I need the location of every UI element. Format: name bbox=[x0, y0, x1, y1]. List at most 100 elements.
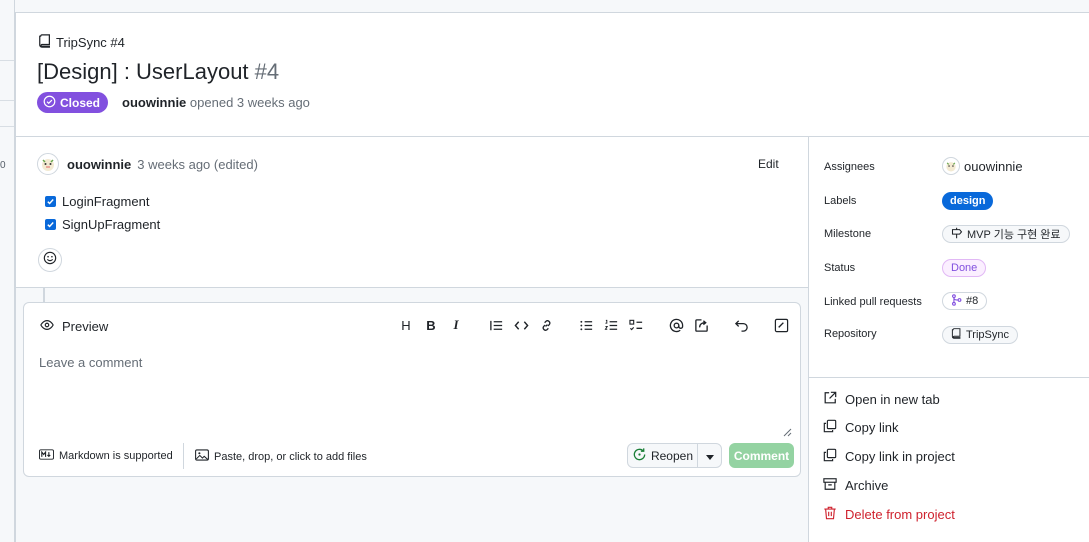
bold-icon[interactable]: B bbox=[422, 316, 440, 334]
archive-action[interactable]: Archive bbox=[823, 477, 888, 494]
bg-divider bbox=[0, 100, 14, 101]
issue-opened-text: opened 3 weeks ago bbox=[189, 95, 310, 110]
delete-action[interactable]: Delete from project bbox=[823, 506, 955, 523]
repo-icon bbox=[38, 34, 52, 51]
reopen-label: Reopen bbox=[650, 448, 694, 463]
milestone-text: MVP 기능 구현 완료 bbox=[967, 229, 1061, 241]
copy-link-action[interactable]: Copy link bbox=[823, 419, 898, 436]
undo-icon[interactable] bbox=[732, 316, 750, 334]
status-label: Status bbox=[824, 262, 856, 274]
ordered-list-icon[interactable] bbox=[602, 316, 620, 334]
labels-value[interactable]: design bbox=[942, 192, 994, 210]
comment-placeholder: Leave a comment bbox=[39, 355, 143, 370]
repository-label: Repository bbox=[824, 328, 877, 340]
trash-icon bbox=[823, 506, 837, 523]
repository-name: TripSync bbox=[966, 329, 1009, 341]
archive-icon bbox=[823, 477, 837, 494]
repo-icon bbox=[951, 328, 962, 342]
comment-button[interactable]: Comment bbox=[729, 443, 794, 468]
page-title: [Design] : UserLayout #4 bbox=[37, 59, 279, 85]
linked-pr-number: #8 bbox=[966, 295, 979, 307]
issue-number: #4 bbox=[254, 59, 280, 84]
open-new-tab-action[interactable]: Open in new tab bbox=[823, 391, 940, 408]
issue-title: [Design] : UserLayout bbox=[37, 59, 249, 84]
task-list-icon[interactable] bbox=[627, 316, 645, 334]
comment-textarea[interactable]: Leave a comment bbox=[24, 344, 800, 432]
copy-icon bbox=[823, 419, 837, 436]
labels-label: Labels bbox=[824, 195, 857, 207]
assignee[interactable]: ouowinnie bbox=[942, 157, 1023, 175]
breadcrumb[interactable]: TripSync #4 bbox=[38, 34, 125, 51]
external-link-icon bbox=[823, 391, 837, 408]
issue-header: TripSync #4 [Design] : UserLayout #4 Clo… bbox=[16, 13, 1089, 137]
delete-label: Delete from project bbox=[845, 507, 955, 522]
add-reaction-button[interactable] bbox=[38, 248, 62, 272]
milestone-pill[interactable]: MVP 기능 구현 완료 bbox=[942, 225, 1070, 243]
linked-pr-value[interactable]: #8 bbox=[942, 292, 988, 310]
reopen-options-button[interactable] bbox=[697, 443, 722, 468]
git-merge-icon bbox=[951, 293, 962, 309]
background-page: 0 bbox=[0, 0, 15, 542]
assignees-label: Assignees bbox=[824, 161, 875, 173]
checkbox[interactable] bbox=[45, 196, 56, 207]
markdown-note[interactable]: Markdown is supported bbox=[39, 449, 173, 463]
markdown-note-text: Markdown is supported bbox=[59, 450, 173, 462]
bg-divider bbox=[0, 60, 14, 61]
label-design[interactable]: design bbox=[942, 192, 994, 210]
editor-footer: Markdown is supported Paste, drop, or cl… bbox=[24, 435, 800, 476]
comment-header: ouowinnie 3 weeks ago (edited) bbox=[37, 153, 258, 175]
task-item[interactable]: SignUpFragment bbox=[45, 217, 160, 232]
status-pill[interactable]: Done bbox=[942, 259, 987, 277]
check-circle-icon bbox=[43, 95, 56, 111]
quote-icon[interactable] bbox=[487, 316, 505, 334]
task-label: SignUpFragment bbox=[62, 217, 161, 232]
comment-author[interactable]: ouowinnie bbox=[67, 157, 131, 172]
task-label: LoginFragment bbox=[62, 194, 150, 209]
edit-button[interactable]: Edit bbox=[758, 157, 779, 171]
avatar[interactable] bbox=[37, 153, 59, 175]
copy-link-project-action[interactable]: Copy link in project bbox=[823, 448, 955, 465]
copy-link-project-label: Copy link in project bbox=[845, 449, 955, 464]
issue-comment: ouowinnie 3 weeks ago (edited) Edit Logi… bbox=[16, 137, 808, 288]
breadcrumb-text: TripSync #4 bbox=[56, 35, 125, 50]
footer-divider bbox=[183, 443, 184, 469]
repository-pill[interactable]: TripSync bbox=[942, 326, 1018, 344]
cross-reference-icon[interactable] bbox=[692, 316, 710, 334]
repository-value[interactable]: TripSync bbox=[942, 326, 1018, 344]
reopen-icon bbox=[632, 447, 647, 465]
sidebar-divider bbox=[809, 377, 1089, 378]
comment-editor: Preview H B I Leave a comment Markdown i… bbox=[23, 302, 801, 477]
attach-files-text: Paste, drop, or click to add files bbox=[214, 450, 367, 463]
bg-counter: 0 bbox=[0, 160, 6, 171]
open-new-tab-label: Open in new tab bbox=[845, 392, 940, 407]
unordered-list-icon[interactable] bbox=[577, 316, 595, 334]
milestone-value[interactable]: MVP 기능 구현 완료 bbox=[942, 225, 1070, 243]
mention-icon[interactable] bbox=[667, 316, 685, 334]
caret-down-icon bbox=[705, 447, 714, 465]
link-icon[interactable] bbox=[537, 316, 555, 334]
avatar bbox=[942, 157, 960, 175]
tab-preview-label: Preview bbox=[62, 319, 109, 334]
code-icon[interactable] bbox=[512, 316, 530, 334]
task-item[interactable]: LoginFragment bbox=[45, 194, 149, 209]
status-value[interactable]: Done bbox=[942, 259, 987, 277]
archive-label: Archive bbox=[845, 478, 889, 493]
italic-icon[interactable]: I bbox=[447, 316, 465, 334]
markdown-icon bbox=[39, 449, 54, 463]
reopen-button[interactable]: Reopen bbox=[627, 443, 698, 468]
tab-preview[interactable]: Preview bbox=[40, 318, 108, 335]
issue-meta: ouowinnie opened 3 weeks ago bbox=[122, 95, 310, 110]
heading-icon[interactable]: H bbox=[397, 316, 415, 334]
linked-pr-pill[interactable]: #8 bbox=[942, 292, 988, 310]
bg-divider bbox=[0, 126, 14, 127]
assignee-name: ouowinnie bbox=[964, 158, 1023, 174]
attach-files[interactable]: Paste, drop, or click to add files bbox=[195, 449, 367, 464]
checkbox[interactable] bbox=[45, 219, 56, 230]
linked-pr-label: Linked pull requests bbox=[824, 296, 922, 308]
fullscreen-icon[interactable] bbox=[772, 316, 790, 334]
status-badge-label: Closed bbox=[60, 95, 101, 110]
copy-link-label: Copy link bbox=[845, 420, 899, 435]
eye-icon bbox=[40, 318, 54, 335]
smiley-icon bbox=[43, 251, 57, 270]
issue-author[interactable]: ouowinnie bbox=[122, 95, 186, 110]
